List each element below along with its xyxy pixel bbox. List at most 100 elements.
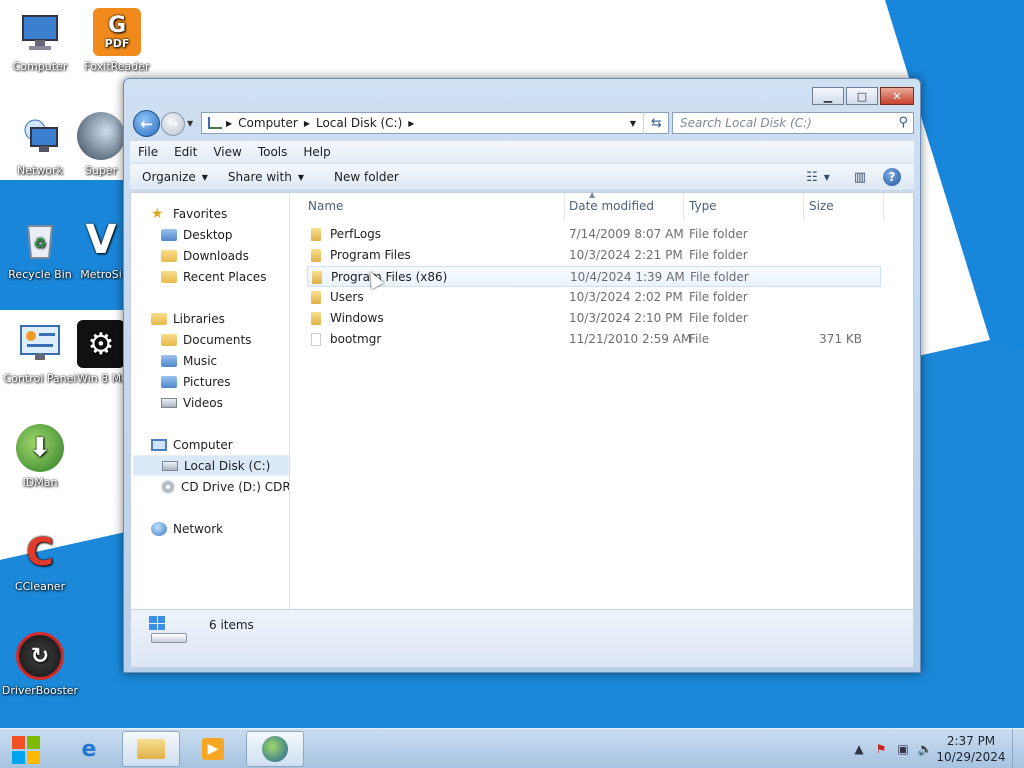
arrow-left-icon: ← <box>140 114 153 133</box>
network-status-icon[interactable]: ▣ <box>892 742 914 756</box>
desktop-icon-super[interactable]: Super <box>77 112 125 177</box>
column-header-name[interactable]: Name <box>303 193 565 219</box>
taskbar-internet-explorer[interactable]: e <box>60 731 118 767</box>
menu-help[interactable]: Help <box>295 145 338 159</box>
search-input[interactable]: Search Local Disk (C:) ⚲ <box>672 112 914 134</box>
taskbar-app[interactable] <box>246 731 304 767</box>
preview-pane-button[interactable]: ▥ <box>846 166 874 188</box>
search-icon[interactable]: ⚲ <box>898 115 908 130</box>
nav-label: Documents <box>183 332 252 347</box>
file-list: ▲ Name Date modified Type Size PerfLogs … <box>291 190 913 609</box>
chevron-down-icon: ▼ <box>201 172 208 182</box>
nav-documents[interactable]: Documents <box>161 329 251 350</box>
table-row[interactable]: PerfLogs 7/14/2009 8:07 AM File folder <box>307 224 881 245</box>
file-size: 371 KB <box>819 332 862 346</box>
file-date: 11/21/2010 2:59 AM <box>569 332 692 346</box>
show-hidden-icons-icon[interactable]: ▲ <box>848 742 870 756</box>
desktop-icon-ccleaner[interactable]: C CCleaner <box>0 528 80 594</box>
file-name: Program Files (x86) <box>331 270 448 284</box>
recent-pages-dropdown[interactable]: ▼ <box>187 119 193 128</box>
table-row-hovered[interactable]: Program Files (x86) 10/4/2024 1:39 AM Fi… <box>307 266 881 287</box>
desktop-icon-metro[interactable]: V MetroSi <box>77 216 125 282</box>
volume-muted-icon[interactable]: 🔈 <box>914 742 936 756</box>
desktop-icon-computer[interactable]: Computer <box>0 8 80 73</box>
breadcrumb-local-disk[interactable]: Local Disk (C:) <box>316 116 402 130</box>
nav-desktop[interactable]: Desktop <box>161 224 233 245</box>
navigation-bar: ← → ▼ ▶ Computer ▶ Local Disk (C:) ▶ ▼ ⇆… <box>130 109 914 137</box>
menu-file[interactable]: File <box>130 145 166 159</box>
start-button[interactable] <box>6 733 46 767</box>
table-row[interactable]: bootmgr 11/21/2010 2:59 AM File 371 KB <box>307 329 881 350</box>
svg-text:♻: ♻ <box>34 236 47 252</box>
folder-icon <box>312 271 322 284</box>
file-name: bootmgr <box>330 332 382 346</box>
address-dropdown-icon[interactable]: ▼ <box>630 119 636 128</box>
videos-icon <box>161 397 177 408</box>
ccleaner-icon: C <box>26 529 54 574</box>
new-folder-button[interactable]: New folder <box>324 170 409 184</box>
search-placeholder: Search Local Disk (C:) <box>680 116 812 130</box>
nav-network[interactable]: Network <box>151 518 223 539</box>
address-bar[interactable]: ▶ Computer ▶ Local Disk (C:) ▶ ▼ <box>201 112 669 134</box>
nav-cd-drive[interactable]: CD Drive (D:) CDROM <box>161 476 290 497</box>
organize-button[interactable]: Organize ▼ <box>132 170 218 184</box>
desktop-icon-win8-menu[interactable]: ⚙ Win 8 Men <box>77 320 125 385</box>
file-type: File folder <box>689 248 748 262</box>
desktop-icon-control-panel[interactable]: Control Panel <box>0 320 80 385</box>
table-row[interactable]: Windows 10/3/2024 2:10 PM File folder <box>307 308 881 329</box>
nav-music[interactable]: Music <box>161 350 217 371</box>
nav-favorites[interactable]: ★ Favorites <box>151 203 227 224</box>
minimize-button[interactable]: ▁ <box>812 87 844 105</box>
close-button[interactable]: ✕ <box>880 87 914 105</box>
desktop-icon-idman[interactable]: ⬇ IDMan <box>0 424 80 489</box>
file-date: 10/3/2024 2:10 PM <box>569 311 683 325</box>
file-date: 7/14/2009 8:07 AM <box>569 227 684 241</box>
desktop-icon-recycle-bin[interactable]: ♻ Recycle Bin <box>0 216 80 281</box>
column-header-type[interactable]: Type <box>684 193 804 219</box>
details-pane: 6 items <box>130 610 914 668</box>
help-button[interactable]: ? <box>878 166 906 188</box>
nav-libraries[interactable]: Libraries <box>151 308 225 329</box>
action-center-icon[interactable]: ⚑ <box>870 742 892 756</box>
table-row[interactable]: Program Files 10/3/2024 2:21 PM File fol… <box>307 245 881 266</box>
change-view-button[interactable]: ☷ ▼ <box>798 166 838 188</box>
nav-pictures[interactable]: Pictures <box>161 371 231 392</box>
folder-icon <box>137 739 165 759</box>
column-header-date[interactable]: Date modified <box>564 193 684 219</box>
taskbar-media-player[interactable]: ▶ <box>184 731 242 767</box>
app-globe-icon <box>262 736 288 762</box>
windows-logo-icon <box>12 736 40 764</box>
breadcrumb-separator-icon[interactable]: ▶ <box>226 119 232 128</box>
file-type: File folder <box>690 270 749 284</box>
column-header-size[interactable]: Size <box>804 193 884 219</box>
organize-label: Organize <box>142 170 196 184</box>
breadcrumb-computer[interactable]: Computer <box>238 116 298 130</box>
breadcrumb-separator-icon[interactable]: ▶ <box>304 119 310 128</box>
desktop-icon-network[interactable]: Network <box>0 112 80 177</box>
breadcrumb-separator-icon[interactable]: ▶ <box>408 119 414 128</box>
menu-tools[interactable]: Tools <box>250 145 296 159</box>
back-button[interactable]: ← <box>133 110 160 137</box>
refresh-button[interactable]: ⇆ <box>643 112 669 134</box>
taskbar-file-explorer[interactable] <box>122 731 180 767</box>
table-row[interactable]: Users 10/3/2024 2:02 PM File folder <box>307 287 881 308</box>
star-icon: ★ <box>151 205 164 222</box>
desktop-icon-driverbooster[interactable]: ↻ DriverBooster <box>0 632 80 697</box>
file-name: Users <box>330 290 364 304</box>
menu-view[interactable]: View <box>205 145 249 159</box>
forward-button[interactable]: → <box>161 112 185 136</box>
clock[interactable]: 2:37 PM 10/29/2024 <box>936 733 1006 765</box>
nav-computer[interactable]: Computer <box>151 434 233 455</box>
maximize-button[interactable]: □ <box>846 87 878 105</box>
desktop-icon-foxitreader[interactable]: G PDF FoxitReader <box>77 8 157 73</box>
share-with-button[interactable]: Share with ▼ <box>218 170 314 184</box>
arrow-right-icon: → <box>167 117 179 131</box>
clock-date: 10/29/2024 <box>936 750 1006 764</box>
nav-recent-places[interactable]: Recent Places <box>161 266 266 287</box>
nav-downloads[interactable]: Downloads <box>161 245 249 266</box>
nav-label: CD Drive (D:) CDROM <box>181 479 290 494</box>
nav-videos[interactable]: Videos <box>161 392 223 413</box>
menu-edit[interactable]: Edit <box>166 145 205 159</box>
show-desktop-button[interactable] <box>1012 729 1024 768</box>
nav-local-disk[interactable]: Local Disk (C:) <box>133 455 289 476</box>
